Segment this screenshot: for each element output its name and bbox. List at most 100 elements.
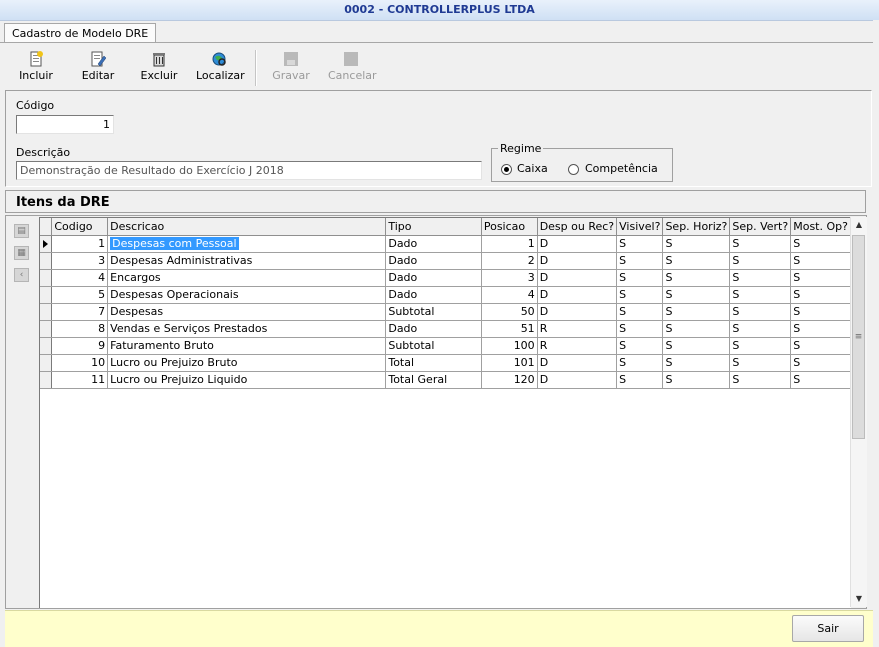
cancelar-button[interactable]: Cancelar [328,48,377,88]
table-row[interactable]: 8 Vendas e Serviços Prestados Dado 51 R S S S S [40,320,851,338]
tab-cadastro-modelo-dre[interactable]: Cadastro de Modelo DRE [4,23,157,43]
table-cell[interactable]: S [790,235,851,253]
table-cell[interactable]: D [537,269,618,287]
table-cell[interactable]: S [662,320,731,338]
row-indicator[interactable] [40,235,53,253]
table-cell[interactable]: S [616,269,664,287]
table-cell[interactable]: S [729,371,792,389]
column-header[interactable]: Codigo [51,218,109,236]
table-cell[interactable]: R [537,337,618,355]
table-row[interactable]: 11 Lucro ou Prejuizo Liquido Total Geral 12… [40,371,851,389]
regime-competencia-label[interactable]: Competência [585,162,658,175]
table-cell[interactable]: S [616,303,664,321]
table-cell[interactable]: Dado [385,286,482,304]
table-cell[interactable]: S [790,337,851,355]
table-cell[interactable]: S [790,286,851,304]
regime-caixa-radio[interactable] [501,164,512,175]
row-indicator[interactable] [40,286,53,304]
table-cell[interactable]: 9 [51,337,109,355]
table-cell[interactable]: Dado [385,320,482,338]
table-cell[interactable]: S [729,235,792,253]
grid-vertical-scrollbar[interactable]: ▲ ≡ ▼ [850,217,867,607]
table-cell[interactable]: 7 [51,303,109,321]
table-cell[interactable]: Dado [385,235,482,253]
column-header[interactable]: Tipo [385,218,482,236]
table-cell[interactable]: D [537,354,618,372]
row-indicator[interactable] [40,320,53,338]
table-cell[interactable]: D [537,286,618,304]
table-cell[interactable]: S [729,269,792,287]
regime-caixa-label[interactable]: Caixa [517,162,548,175]
table-cell[interactable]: D [537,235,618,253]
gravar-button[interactable]: Gravar [272,48,310,88]
column-header[interactable]: Posicao [481,218,538,236]
row-indicator[interactable] [40,303,53,321]
table-cell[interactable]: S [729,286,792,304]
table-cell[interactable]: Subtotal [385,303,482,321]
codigo-field[interactable]: 1 [16,115,114,134]
row-indicator[interactable] [40,337,53,355]
table-cell[interactable]: S [616,286,664,304]
table-row[interactable]: 9 Faturamento Bruto Subtotal 100 R S S S S [40,337,851,355]
table-cell[interactable]: 120 [481,371,538,389]
table-cell[interactable]: Despesas Operacionais [107,286,387,304]
table-row[interactable]: 5 Despesas Operacionais Dado 4 D S S S S [40,286,851,304]
table-cell[interactable]: S [616,337,664,355]
table-cell[interactable]: S [790,371,851,389]
table-cell[interactable]: D [537,303,618,321]
table-cell[interactable]: 101 [481,354,538,372]
table-cell[interactable]: S [790,303,851,321]
table-cell[interactable]: Encargos [107,269,387,287]
table-cell[interactable]: Vendas e Serviços Prestados [107,320,387,338]
table-cell[interactable]: S [729,303,792,321]
table-cell[interactable]: Despesas Administrativas [107,252,387,270]
table-cell[interactable]: 10 [51,354,109,372]
excluir-button[interactable]: Excluir [140,48,178,88]
table-cell[interactable]: Dado [385,252,482,270]
table-cell[interactable]: S [790,354,851,372]
table-cell[interactable]: S [662,303,731,321]
table-row[interactable]: 4 Encargos Dado 3 D S S S S [40,269,851,287]
table-cell[interactable]: S [662,235,731,253]
table-cell[interactable]: 1 [51,235,109,253]
table-cell[interactable]: Lucro ou Prejuizo Liquido [107,371,387,389]
column-header[interactable]: Visivel? [616,218,664,236]
table-cell[interactable]: S [616,320,664,338]
table-cell[interactable]: 50 [481,303,538,321]
column-header[interactable]: Desp ou Rec? [537,218,618,236]
table-cell[interactable]: Total [385,354,482,372]
descricao-field[interactable]: Demonstração de Resultado do Exercício J… [16,161,482,180]
scroll-up-icon[interactable]: ▲ [851,217,867,233]
column-header[interactable]: Descricao [107,218,387,236]
table-cell[interactable]: 3 [51,252,109,270]
table-cell[interactable]: 11 [51,371,109,389]
table-cell[interactable]: 4 [481,286,538,304]
table-cell[interactable]: 8 [51,320,109,338]
regime-competencia-radio[interactable] [568,164,579,175]
row-indicator[interactable] [40,252,53,270]
table-cell[interactable]: Lucro ou Prejuizo Bruto [107,354,387,372]
table-cell[interactable]: S [662,371,731,389]
table-cell[interactable]: S [790,320,851,338]
row-indicator[interactable] [40,371,53,389]
table-row[interactable]: 7 Despesas Subtotal 50 D S S S S [40,303,851,321]
column-header[interactable]: Most. Op? [790,218,851,236]
grid-delete-row-icon[interactable]: ‹ [14,268,29,282]
table-cell[interactable]: S [729,320,792,338]
items-grid[interactable]: Codigo Descricao Tipo Posicao Desp ou Re… [39,217,851,608]
table-cell[interactable]: Despesas [107,303,387,321]
table-cell[interactable]: 4 [51,269,109,287]
table-cell[interactable]: S [662,286,731,304]
table-cell[interactable]: S [729,337,792,355]
table-cell[interactable]: S [616,252,664,270]
table-cell[interactable]: S [616,371,664,389]
table-cell[interactable]: S [662,337,731,355]
row-indicator[interactable] [40,269,53,287]
table-cell[interactable]: 1 [481,235,538,253]
table-cell[interactable]: Despesas com Pessoal [107,235,387,253]
scroll-down-icon[interactable]: ▼ [851,591,867,607]
table-cell[interactable]: S [616,235,664,253]
table-cell[interactable]: S [616,354,664,372]
table-cell[interactable]: 5 [51,286,109,304]
table-cell[interactable]: S [729,354,792,372]
